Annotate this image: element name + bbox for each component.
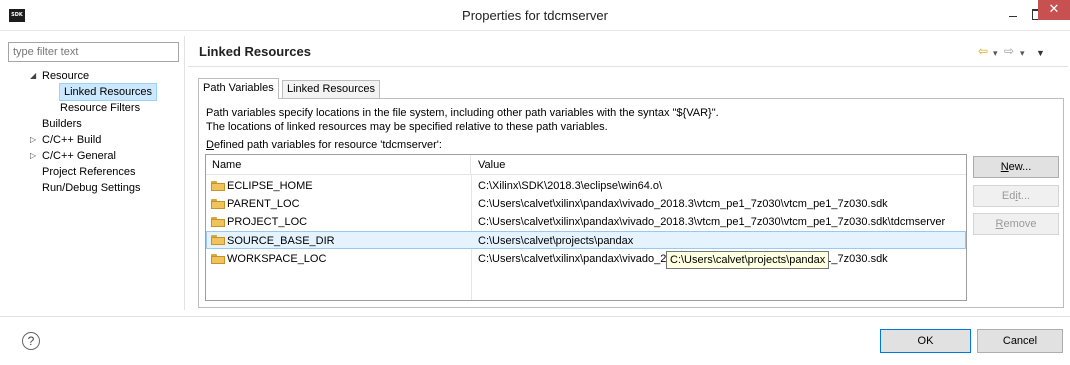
tree-label: Project References [42, 166, 136, 178]
cell-name: PARENT_LOC [227, 198, 300, 210]
forward-arrow-icon[interactable]: ⇨ [1004, 44, 1014, 58]
column-header-name[interactable]: Name [206, 155, 471, 175]
tab-linked-resources[interactable]: Linked Resources [282, 80, 381, 98]
collapsed-arrow-icon[interactable]: ▷ [30, 132, 36, 148]
tree-item-resource[interactable]: ◢ Resource [8, 68, 179, 84]
column-header-value[interactable]: Value [472, 155, 966, 175]
tree-item-resource-filters[interactable]: Resource Filters [8, 100, 179, 116]
new-button[interactable]: New... [973, 156, 1059, 178]
value-tooltip: C:\Users\calvet\projects\pandax [666, 251, 830, 269]
mnemonic-char: N [1000, 161, 1009, 173]
table-header: Name Value [206, 155, 966, 175]
tree-item-run-debug-settings[interactable]: Run/Debug Settings [8, 180, 179, 196]
cell-value: C:\Users\calvet\xilinx\pandax\vivado_201… [478, 198, 888, 210]
folder-icon [211, 235, 225, 245]
folder-icon [211, 199, 225, 209]
mnemonic-char: D [206, 139, 214, 151]
tree-label: Resource Filters [60, 102, 141, 114]
button-label: Ed [1001, 190, 1016, 202]
cell-name: SOURCE_BASE_DIR [227, 235, 335, 247]
cell-name: PROJECT_LOC [227, 216, 308, 228]
back-arrow-icon[interactable]: ⇦ [978, 44, 988, 58]
table-label: Defined path variables for resource 'tdc… [206, 138, 442, 152]
tree-item-linked-resources[interactable]: Linked Resources [8, 83, 179, 101]
collapsed-arrow-icon[interactable]: ▷ [30, 148, 36, 164]
path-variables-table[interactable]: Name Value ECLIPSE_HOME C:\Xilinx\SDK\20… [205, 154, 967, 301]
header-divider [188, 66, 1068, 67]
cell-value: C:\Users\calvet\xilinx\pandax\vivado_201… [478, 216, 946, 228]
table-row[interactable]: ECLIPSE_HOME C:\Xilinx\SDK\2018.3\eclips… [206, 177, 966, 195]
tree-label: Resource [42, 70, 90, 82]
title-bar: SDK Properties for tdcmserver ✕ [0, 0, 1070, 31]
tree-item-cpp-build[interactable]: ▷ C/C++ Build [8, 132, 179, 148]
forward-dropdown-icon[interactable]: ▾ [1020, 48, 1025, 59]
table-row[interactable]: PARENT_LOC C:\Users\calvet\xilinx\pandax… [206, 195, 966, 213]
preference-tree: ◢ Resource Linked Resources Resource Fil… [8, 68, 179, 196]
tree-label-selected: Linked Resources [59, 83, 158, 101]
tree-label: C/C++ General [42, 150, 116, 162]
table-label-text: efined path variables for resource 'tdcm… [213, 139, 442, 151]
cell-value: C:\Users\calvet\projects\pandax [478, 235, 634, 247]
tree-item-cpp-general[interactable]: ▷ C/C++ General [8, 148, 179, 164]
folder-icon [211, 181, 225, 191]
tree-item-project-references[interactable]: Project References [8, 164, 179, 180]
description-line: Path variables specify locations in the … [206, 107, 719, 119]
back-dropdown-icon[interactable]: ▾ [993, 48, 998, 59]
footer-divider [0, 316, 1070, 317]
tree-label: C/C++ Build [42, 134, 102, 146]
tab-path-variables[interactable]: Path Variables [198, 78, 279, 99]
folder-icon [211, 254, 225, 264]
tree-item-builders[interactable]: Builders [8, 116, 179, 132]
description-line: The locations of linked resources may be… [206, 121, 608, 133]
close-button[interactable]: ✕ [1038, 0, 1070, 20]
folder-icon [211, 217, 225, 227]
cell-name: ECLIPSE_HOME [227, 180, 313, 192]
expanded-arrow-icon[interactable]: ◢ [30, 68, 36, 84]
cancel-button[interactable]: Cancel [977, 329, 1063, 353]
button-label: ew... [1008, 161, 1032, 173]
tree-label: Run/Debug Settings [42, 182, 141, 194]
button-label: emove [1003, 218, 1037, 230]
filter-input[interactable]: type filter text [8, 42, 179, 62]
sidebar-divider[interactable] [184, 36, 185, 310]
tree-label: Builders [42, 118, 82, 130]
help-icon[interactable]: ? [22, 332, 40, 350]
table-row[interactable]: WORKSPACE_LOC C:\Users\calvet\xilinx\pan… [206, 250, 966, 268]
cell-value: C:\Xilinx\SDK\2018.3\eclipse\win64.o\ [478, 180, 663, 192]
page-title: Linked Resources [199, 44, 311, 59]
edit-button[interactable]: Edit... [973, 185, 1059, 207]
remove-button[interactable]: Remove [973, 213, 1059, 235]
cell-name: WORKSPACE_LOC [227, 253, 327, 265]
minimize-button[interactable] [1000, 1, 1026, 27]
button-label: t... [1017, 190, 1031, 202]
view-menu-icon[interactable]: ▼ [1036, 48, 1045, 58]
ok-button[interactable]: OK [880, 329, 971, 353]
window-title: Properties for tdcmserver [462, 8, 608, 23]
table-row-selected[interactable]: SOURCE_BASE_DIR C:\Users\calvet\projects… [206, 231, 966, 249]
table-row[interactable]: PROJECT_LOC C:\Users\calvet\xilinx\panda… [206, 213, 966, 231]
